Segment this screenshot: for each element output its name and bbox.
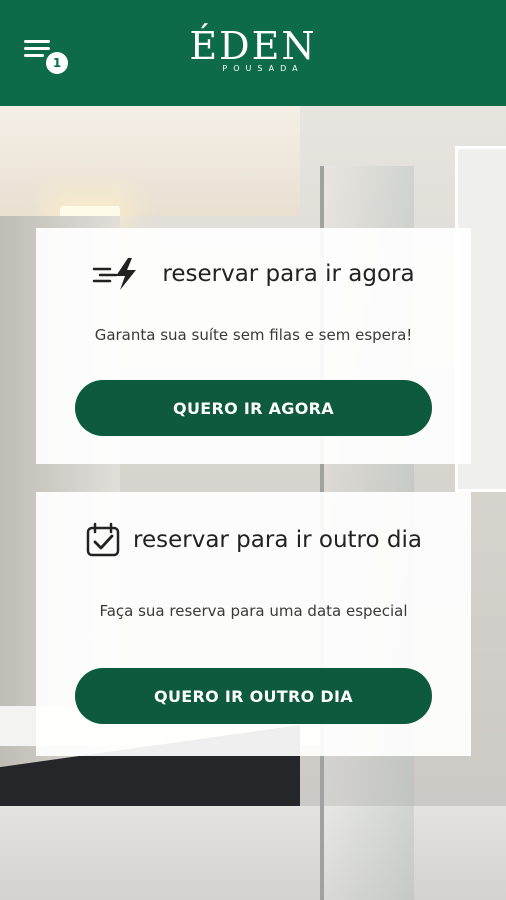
logo-sub-text: POUSADA xyxy=(222,64,304,73)
book-later-button[interactable]: QUERO IR OUTRO DIA xyxy=(75,668,432,724)
book-now-card: reservar para ir agora Garanta sua suíte… xyxy=(36,228,471,464)
logo-main-text: ÉDEN xyxy=(189,24,317,68)
book-later-title: reservar para ir outro dia xyxy=(133,527,422,553)
book-later-title-row: reservar para ir outro dia xyxy=(36,522,471,558)
book-now-title-row: reservar para ir agora xyxy=(36,256,471,292)
book-later-card: reservar para ir outro dia Faça sua rese… xyxy=(36,492,471,756)
app-header: 1 ÉDEN POUSADA xyxy=(0,0,506,106)
book-later-description: Faça sua reserva para uma data especial xyxy=(99,602,408,620)
book-now-title: reservar para ir agora xyxy=(162,261,415,287)
brand-logo: ÉDEN POUSADA xyxy=(0,26,506,73)
calendar-check-icon xyxy=(86,522,120,557)
book-now-button[interactable]: QUERO IR AGORA xyxy=(75,380,432,436)
lightning-speed-icon xyxy=(93,258,137,290)
book-now-description: Garanta sua suíte sem filas e sem espera… xyxy=(94,326,413,344)
